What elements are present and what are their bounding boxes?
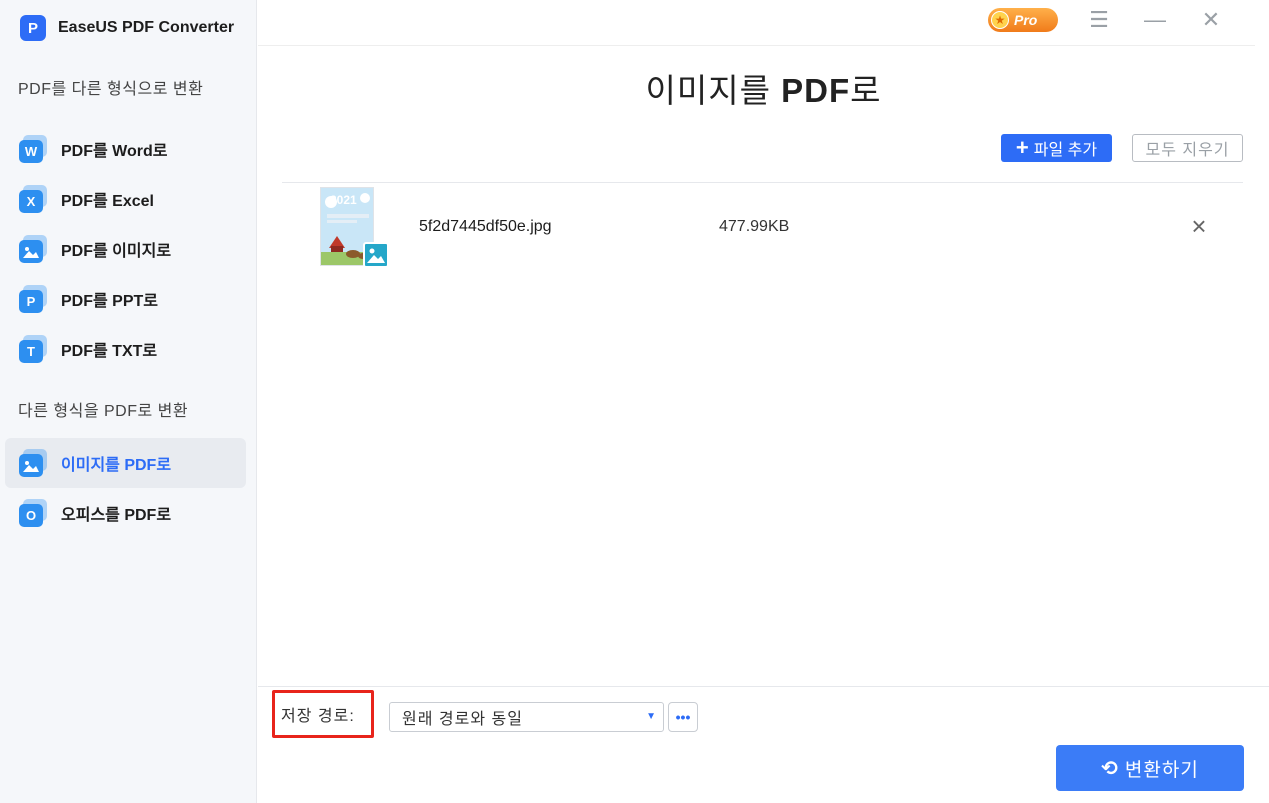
- image-badge-icon: [363, 242, 389, 268]
- sidebar-item-office-to-pdf[interactable]: O 오피스를 PDF로: [5, 488, 246, 538]
- word-icon: W: [19, 135, 47, 163]
- sidebar-item-pdf-to-txt[interactable]: T PDF를 TXT로: [5, 324, 246, 374]
- convert-button[interactable]: ⟲ 변환하기: [1056, 745, 1244, 791]
- minimize-icon[interactable]: —: [1141, 6, 1169, 34]
- sidebar-item-pdf-to-excel[interactable]: X PDF를 Excel: [5, 174, 246, 224]
- section-label-to-pdf: 다른 형식을 PDF로 변환: [18, 403, 189, 420]
- divider: [282, 182, 1243, 183]
- image-icon: [19, 235, 47, 263]
- clear-all-button[interactable]: 모두 지우기: [1132, 134, 1243, 162]
- convert-label: 변환하기: [1124, 759, 1199, 781]
- sidebar-item-label: PDF를 PPT로: [61, 293, 159, 310]
- star-icon: ★: [991, 11, 1009, 29]
- add-file-button[interactable]: + 파일 추가: [1001, 134, 1112, 162]
- sidebar-item-label: 오피스를 PDF로: [61, 507, 172, 524]
- sidebar-item-pdf-to-word[interactable]: W PDF를 Word로: [5, 124, 246, 174]
- clear-all-label: 모두 지우기: [1145, 142, 1230, 159]
- brand: P EaseUS PDF Converter: [20, 14, 234, 42]
- sidebar-item-pdf-to-image[interactable]: PDF를 이미지로: [5, 224, 246, 274]
- sidebar-item-pdf-to-ppt[interactable]: P PDF를 PPT로: [5, 274, 246, 324]
- save-path-select[interactable]: 원래 경로와 동일 ▼: [389, 702, 664, 732]
- save-path-value: 원래 경로와 동일: [402, 711, 523, 728]
- divider: [258, 45, 1255, 46]
- office-icon: O: [19, 499, 47, 527]
- app-window: P EaseUS PDF Converter PDF를 다른 형식으로 변환 W…: [0, 0, 1269, 803]
- chevron-down-icon: ▼: [646, 711, 657, 722]
- plus-icon: +: [1015, 135, 1029, 160]
- convert-icon: ⟲: [1101, 757, 1119, 780]
- excel-icon: X: [19, 185, 47, 213]
- pro-label: Pro: [1014, 12, 1038, 28]
- file-thumbnail: 2021: [320, 187, 389, 268]
- txt-icon: T: [19, 335, 47, 363]
- sidebar-item-image-to-pdf[interactable]: 이미지를 PDF로: [5, 438, 246, 488]
- browse-more-button[interactable]: •••: [668, 702, 698, 732]
- menu-icon[interactable]: ☰: [1085, 6, 1113, 34]
- sidebar-item-label: 이미지를 PDF로: [61, 457, 172, 474]
- ppt-icon: P: [19, 285, 47, 313]
- remove-file-icon[interactable]: ×: [1186, 213, 1212, 240]
- file-name: 5f2d7445df50e.jpg: [419, 218, 552, 235]
- sidebar-item-label: PDF를 이미지로: [61, 243, 172, 260]
- app-name: EaseUS PDF Converter: [58, 19, 235, 36]
- sidebar: P EaseUS PDF Converter PDF를 다른 형식으로 변환 W…: [0, 0, 257, 803]
- page-title: 이미지를 PDF로: [645, 72, 882, 109]
- sidebar-item-label: PDF를 Excel: [61, 193, 154, 210]
- section-label-from-pdf: PDF를 다른 형식으로 변환: [18, 81, 204, 98]
- sidebar-item-label: PDF를 Word로: [61, 143, 168, 160]
- sidebar-item-label: PDF를 TXT로: [61, 343, 158, 360]
- file-size: 477.99KB: [719, 218, 790, 235]
- app-logo-icon: P: [20, 15, 46, 41]
- image-to-pdf-icon: [19, 449, 47, 477]
- save-path-label: 저장 경로:: [272, 690, 374, 738]
- close-icon[interactable]: ✕: [1197, 6, 1225, 34]
- thumb-text: 2021: [330, 193, 357, 207]
- add-file-label: 파일 추가: [1033, 142, 1098, 159]
- divider: [258, 686, 1269, 687]
- pro-button[interactable]: ★ Pro: [988, 8, 1058, 32]
